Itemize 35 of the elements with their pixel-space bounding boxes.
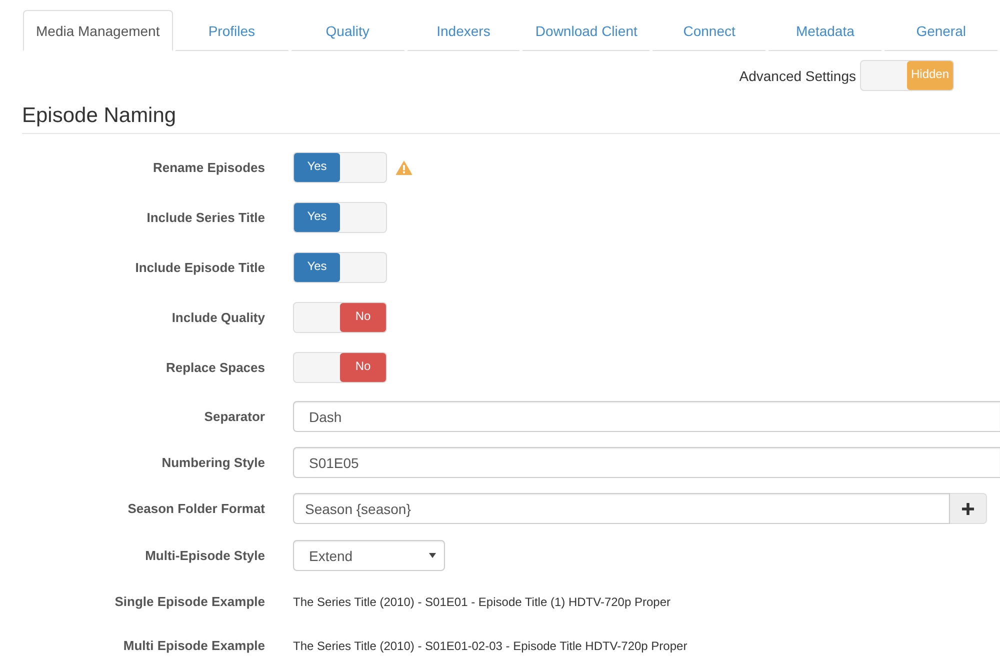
field-label: Include Series Title xyxy=(146,208,265,227)
field-label: Multi-Episode Style xyxy=(145,546,265,565)
tab[interactable]: Download Client xyxy=(522,10,650,51)
toggle-switch[interactable]: No xyxy=(293,302,387,334)
field-label: Season Folder Format xyxy=(128,500,265,518)
toggle-switch[interactable]: No xyxy=(293,352,387,384)
field-label: Single Episode Example xyxy=(114,593,265,612)
text-field[interactable]: Season {season} xyxy=(293,493,950,524)
caret-icon xyxy=(429,553,436,558)
section-heading: Episode Naming xyxy=(22,104,1000,134)
tab[interactable]: Media Management xyxy=(23,10,173,51)
field-label: Separator xyxy=(204,408,265,426)
field-label: Replace Spaces xyxy=(166,358,265,377)
dropdown[interactable]: Extend xyxy=(293,540,445,572)
plus-icon xyxy=(962,502,974,515)
field-label: Include Quality xyxy=(172,308,265,327)
tab[interactable]: Connect xyxy=(652,10,766,51)
field-label: Include Episode Title xyxy=(135,258,265,277)
advanced-settings-label: Advanced Settings xyxy=(739,68,856,84)
tab[interactable]: Quality xyxy=(290,10,405,51)
field-label: Rename Episodes xyxy=(153,158,265,177)
toggle-switch[interactable]: Yes xyxy=(293,252,387,284)
add-token-button[interactable] xyxy=(950,493,987,524)
field-label: Numbering Style xyxy=(162,454,265,472)
text-field[interactable]: S01E05 xyxy=(293,447,1000,478)
tab[interactable]: General xyxy=(884,10,998,51)
toggle-switch[interactable]: Yes xyxy=(293,202,387,234)
text-field[interactable]: Dash xyxy=(293,401,1000,432)
example-filename: The Series Title (2010) - S01E01 - Episode Title (1) HDTV-720p Proper xyxy=(293,594,671,612)
tab[interactable]: Profiles xyxy=(174,10,289,51)
tab[interactable]: Metadata xyxy=(768,10,882,51)
example-filename: The Series Title (2010) - S01E01-02-03 - Episode Title HDTV-720p Proper xyxy=(293,638,688,656)
tab[interactable]: Indexers xyxy=(406,10,520,51)
field-label: Multi Episode Example xyxy=(123,637,265,656)
toggle-switch[interactable]: Yes xyxy=(293,152,387,184)
